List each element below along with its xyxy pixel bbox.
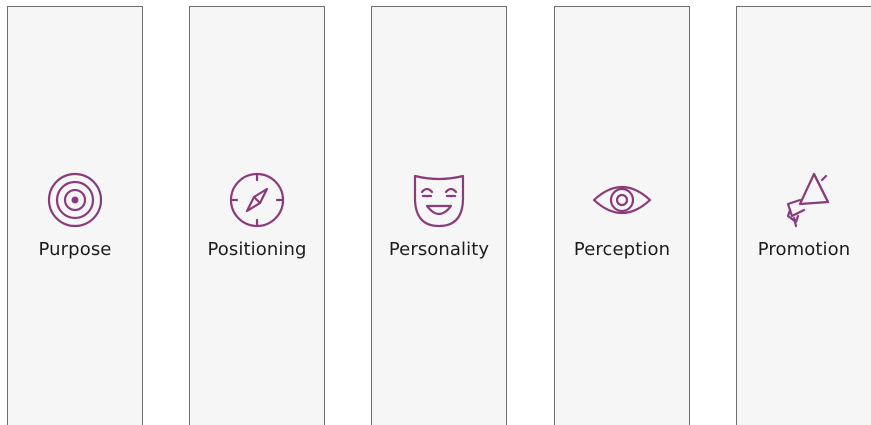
panel-personality: Personality: [371, 6, 507, 425]
panel-promotion: Promotion: [736, 6, 871, 425]
panel-positioning: Positioning: [189, 6, 325, 425]
panel-label: Perception: [573, 239, 671, 260]
panel-label: Personality: [388, 239, 490, 260]
compass-icon: [227, 170, 287, 230]
megaphone-icon: [774, 170, 834, 230]
panel-label: Purpose: [38, 239, 112, 260]
panel-purpose: Purpose: [7, 6, 143, 425]
mask-icon: [409, 170, 469, 230]
target-icon: [45, 170, 105, 230]
panel-label: Positioning: [207, 239, 307, 260]
panel-perception: Perception: [554, 6, 690, 425]
panel-label: Promotion: [757, 239, 851, 260]
eye-icon: [592, 170, 652, 230]
